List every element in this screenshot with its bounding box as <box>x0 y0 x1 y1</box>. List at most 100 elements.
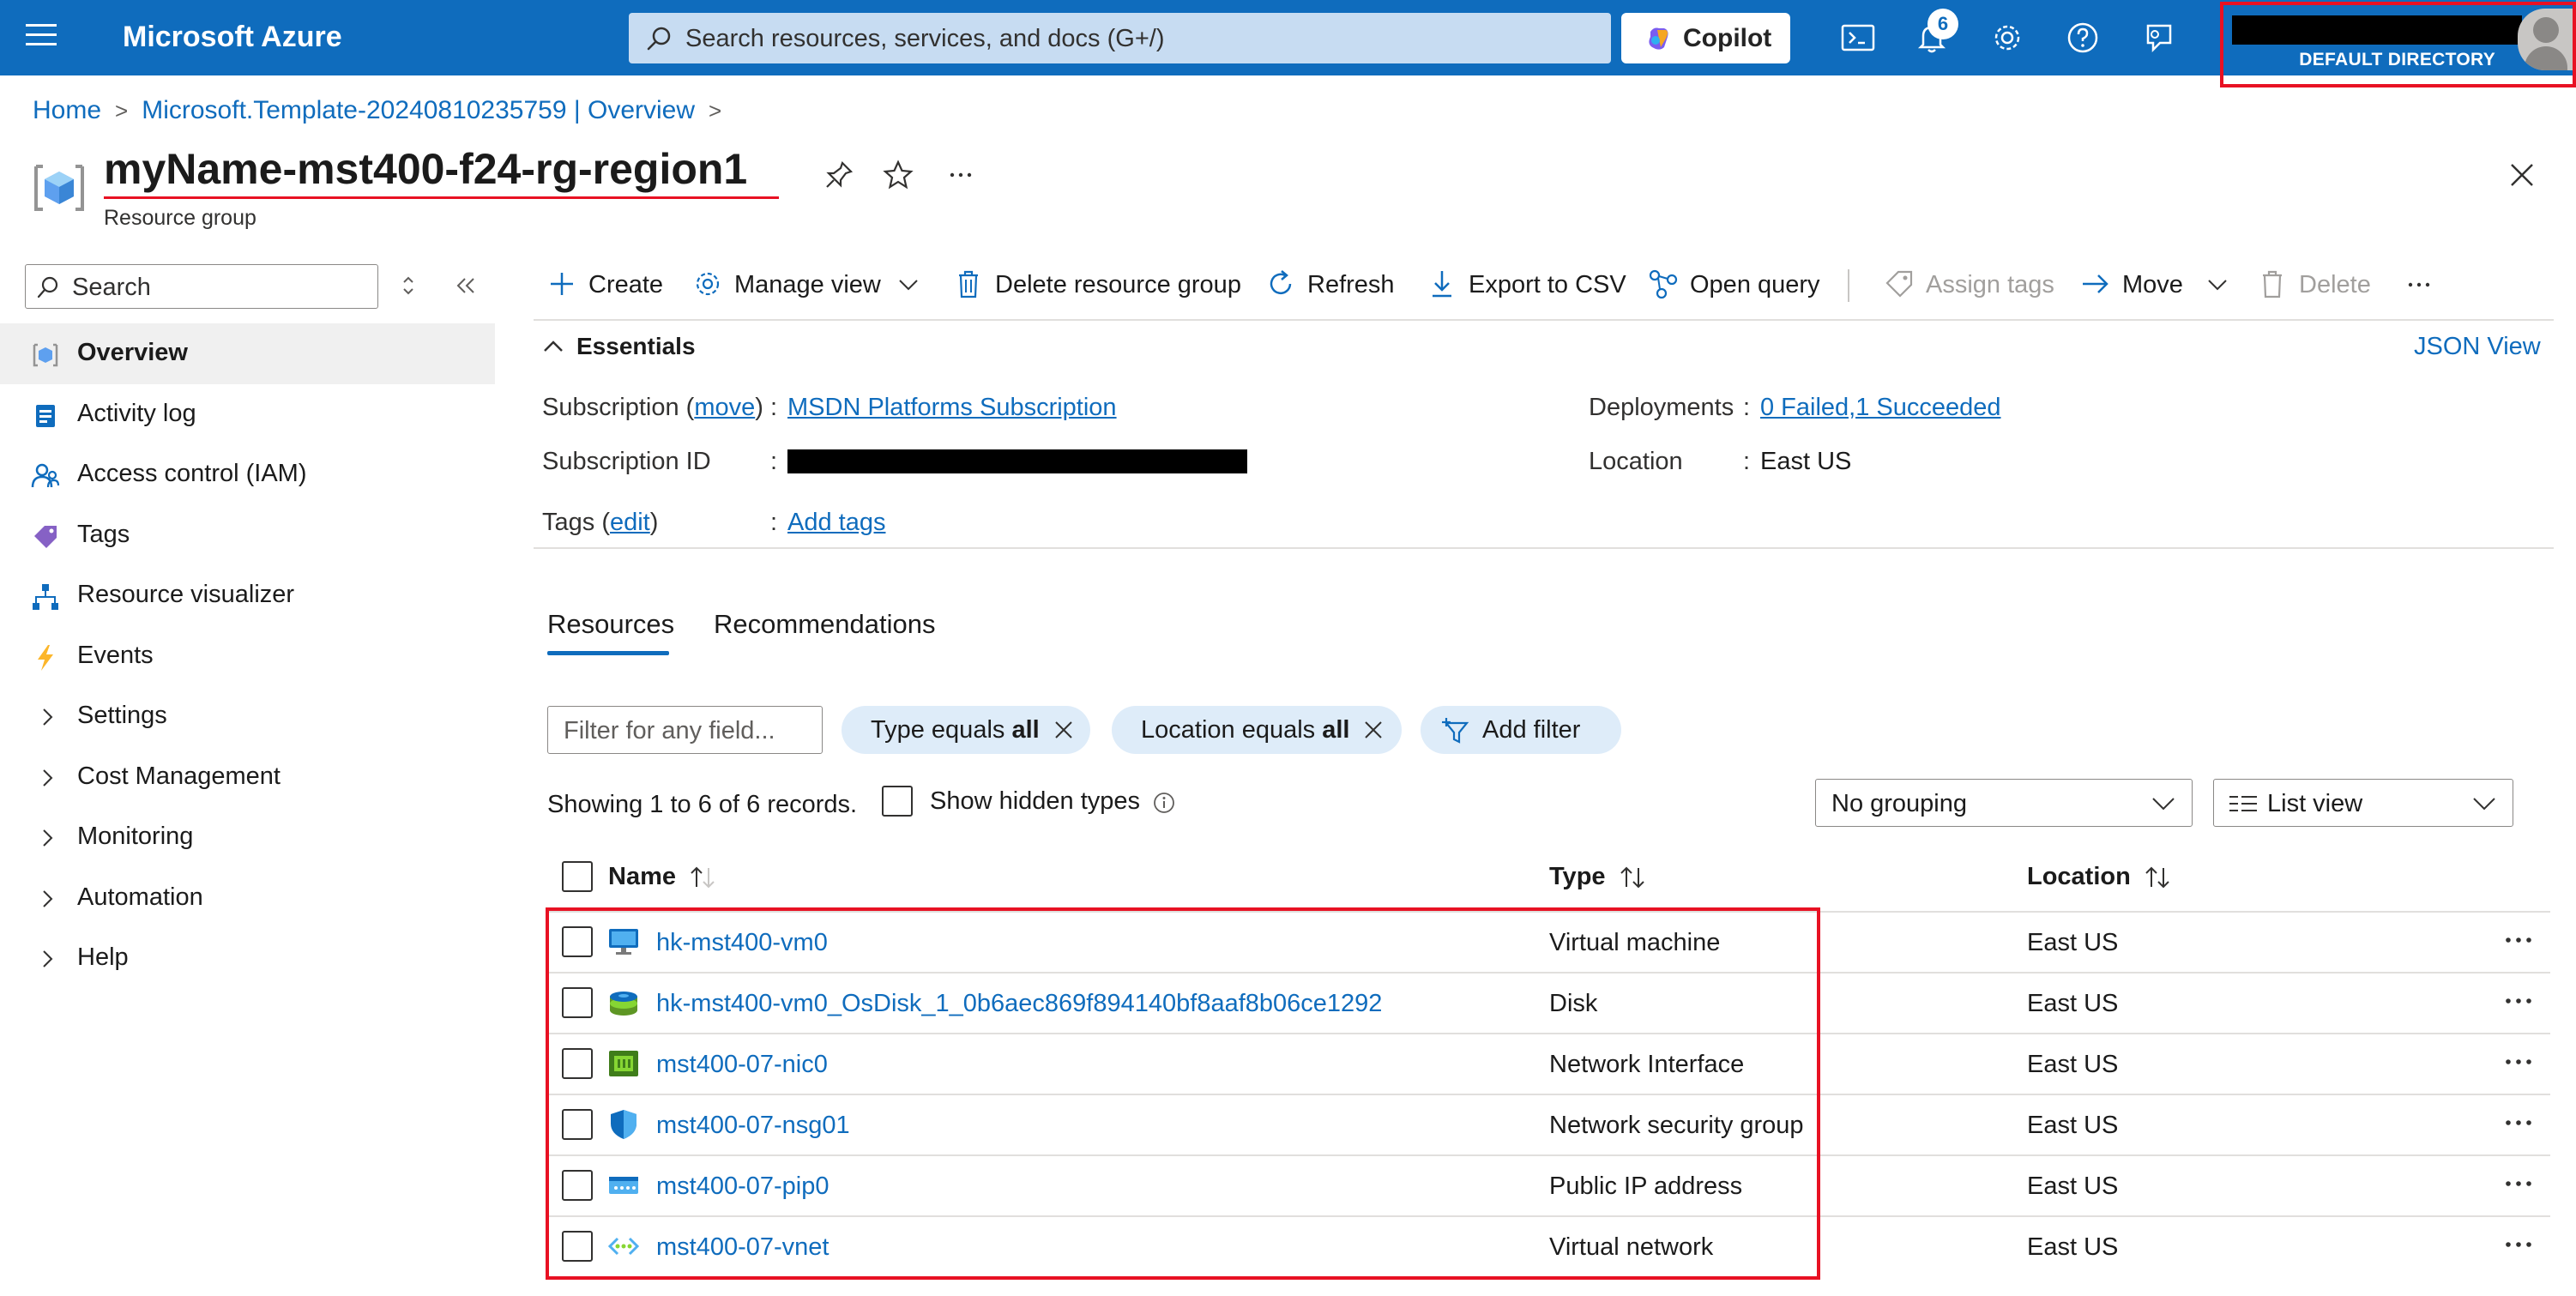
sidebar-item-access-control[interactable]: Access control (IAM) <box>0 444 495 505</box>
sidebar-item-activity-log[interactable]: Activity log <box>0 384 495 445</box>
type-filter-pill[interactable]: Type equals all <box>842 706 1090 754</box>
json-view-link[interactable]: JSON View <box>2414 333 2541 361</box>
row-more-icon[interactable] <box>2500 1110 2537 1136</box>
sidebar-item-settings[interactable]: Settings <box>0 686 495 747</box>
row-checkbox[interactable] <box>562 926 593 957</box>
sidebar-search-input[interactable]: Search <box>25 264 378 309</box>
row-more-icon[interactable] <box>2500 1232 2537 1257</box>
column-header-location[interactable]: Location <box>2027 863 2174 891</box>
row-checkbox[interactable] <box>562 1048 593 1079</box>
copilot-button[interactable]: Copilot <box>1621 13 1790 63</box>
resource-type: Virtual machine <box>1549 929 1721 956</box>
sidebar-item-help[interactable]: Help <box>0 928 495 989</box>
create-button[interactable]: Create <box>546 266 674 304</box>
collapse-sidebar-icon[interactable] <box>453 273 479 298</box>
show-hidden-types-checkbox[interactable] <box>882 786 913 817</box>
table-row[interactable]: hk-mst400-vm0_OsDisk_1_0b6aec869f894140b… <box>547 973 2550 1033</box>
deployments-link[interactable]: 0 Failed,1 Succeeded <box>1760 394 2001 422</box>
manage-view-button[interactable]: Manage view <box>691 266 932 304</box>
more-commands-icon[interactable] <box>2402 269 2436 300</box>
sidebar-item-label: Help <box>77 943 129 971</box>
resource-name-link[interactable]: mst400-07-vnet <box>656 1233 830 1262</box>
breadcrumb-home[interactable]: Home <box>33 96 101 124</box>
sidebar-item-events[interactable]: Events <box>0 626 495 687</box>
sidebar-item-label: Automation <box>77 883 203 911</box>
table-row[interactable]: mst400-07-pip0 Public IP address East US <box>547 1155 2550 1215</box>
sidebar-item-label: Settings <box>77 702 167 729</box>
column-header-type[interactable]: Type <box>1549 863 1649 891</box>
feedback-icon[interactable] <box>2139 19 2177 57</box>
row-checkbox[interactable] <box>562 1170 593 1201</box>
pin-icon[interactable] <box>822 158 856 192</box>
row-more-icon[interactable] <box>2500 988 2537 1014</box>
filter-placeholder: Filter for any field... <box>564 717 775 744</box>
resource-name-link[interactable]: mst400-07-nic0 <box>656 1051 828 1079</box>
sidebar-item-label: Resource visualizer <box>77 581 295 608</box>
table-row[interactable]: mst400-07-nsg01 Network security group E… <box>547 1094 2550 1154</box>
row-checkbox[interactable] <box>562 987 593 1018</box>
row-checkbox[interactable] <box>562 1109 593 1140</box>
remove-filter-icon[interactable] <box>1053 719 1075 741</box>
star-icon[interactable] <box>881 158 915 192</box>
close-icon[interactable] <box>2505 158 2539 192</box>
resource-name-link[interactable]: hk-mst400-vm0 <box>656 929 828 957</box>
row-more-icon[interactable] <box>2500 927 2537 953</box>
cloud-shell-icon[interactable] <box>1839 19 1877 57</box>
breadcrumb-deployment[interactable]: Microsoft.Template-20240810235759 | Over… <box>142 96 695 124</box>
sidebar-item-tags[interactable]: Tags <box>0 505 495 566</box>
expand-collapse-icon[interactable] <box>400 273 417 298</box>
chevron-up-icon <box>544 341 563 352</box>
tab-recommendations[interactable]: Recommendations <box>714 609 935 640</box>
sidebar-item-cost-management[interactable]: Cost Management <box>0 747 495 808</box>
global-search-input[interactable]: Search resources, services, and docs (G+… <box>629 13 1611 63</box>
select-all-checkbox[interactable] <box>562 861 593 892</box>
table-row[interactable]: mst400-07-nic0 Network Interface East US <box>547 1034 2550 1094</box>
add-tags-link[interactable]: Add tags <box>787 509 885 537</box>
help-icon[interactable] <box>2064 19 2102 57</box>
hamburger-menu-icon[interactable] <box>26 24 57 50</box>
filter-input[interactable]: Filter for any field... <box>547 706 823 754</box>
account-menu[interactable]: DEFAULT DIRECTORY <box>2220 2 2576 87</box>
tags-edit-link[interactable]: edit <box>610 509 650 536</box>
add-filter-button[interactable]: Add filter <box>1421 706 1621 754</box>
type-filter-prefix: Type equals <box>871 716 1012 744</box>
delete-resource-group-button[interactable]: Delete resource group <box>952 266 1244 304</box>
info-icon[interactable] <box>1152 791 1176 815</box>
location-filter-prefix: Location equals <box>1141 716 1323 744</box>
location-filter-pill[interactable]: Location equals all <box>1112 706 1402 754</box>
row-more-icon[interactable] <box>2500 1171 2537 1197</box>
remove-filter-icon[interactable] <box>1362 719 1385 741</box>
shield-icon <box>611 1110 636 1139</box>
resource-name-link[interactable]: mst400-07-nsg01 <box>656 1112 850 1140</box>
resource-name-link[interactable]: hk-mst400-vm0_OsDisk_1_0b6aec869f894140b… <box>656 990 1382 1018</box>
toolbar-divider-line <box>534 319 2554 321</box>
grouping-dropdown[interactable]: No grouping <box>1815 779 2193 827</box>
subscription-move-link[interactable]: move <box>694 394 755 421</box>
table-row[interactable]: hk-mst400-vm0 Virtual machine East US <box>547 912 2550 972</box>
resource-name-link[interactable]: mst400-07-pip0 <box>656 1172 830 1201</box>
open-query-button[interactable]: Open query <box>1647 266 1827 304</box>
row-checkbox[interactable] <box>562 1231 593 1262</box>
column-header-name[interactable]: Name <box>608 863 719 891</box>
trash-icon <box>959 270 978 298</box>
assign-tags-button[interactable]: Assign tags <box>1883 266 2054 304</box>
export-csv-button[interactable]: Export to CSV <box>1426 266 1632 304</box>
sidebar-item-overview[interactable]: Overview <box>0 323 495 384</box>
sidebar-item-monitoring[interactable]: Monitoring <box>0 807 495 868</box>
portal-brand[interactable]: Microsoft Azure <box>123 21 342 54</box>
chevron-down-icon <box>2152 798 2175 811</box>
subscription-link[interactable]: MSDN Platforms Subscription <box>787 394 1117 422</box>
settings-gear-icon[interactable] <box>1988 19 2026 57</box>
refresh-button[interactable]: Refresh <box>1264 266 1402 304</box>
row-more-icon[interactable] <box>2500 1049 2537 1075</box>
move-button[interactable]: Move <box>2079 266 2242 304</box>
view-dropdown[interactable]: List view <box>2213 779 2513 827</box>
sidebar-item-automation[interactable]: Automation <box>0 868 495 929</box>
delete-resource-group-label: Delete resource group <box>995 271 1241 298</box>
table-row[interactable]: mst400-07-vnet Virtual network East US <box>547 1216 2550 1276</box>
delete-button[interactable]: Delete <box>2256 266 2393 304</box>
more-options-icon[interactable] <box>944 158 978 192</box>
tab-resources[interactable]: Resources <box>547 609 674 640</box>
avatar[interactable] <box>2518 9 2573 70</box>
sidebar-item-resource-visualizer[interactable]: Resource visualizer <box>0 565 495 626</box>
